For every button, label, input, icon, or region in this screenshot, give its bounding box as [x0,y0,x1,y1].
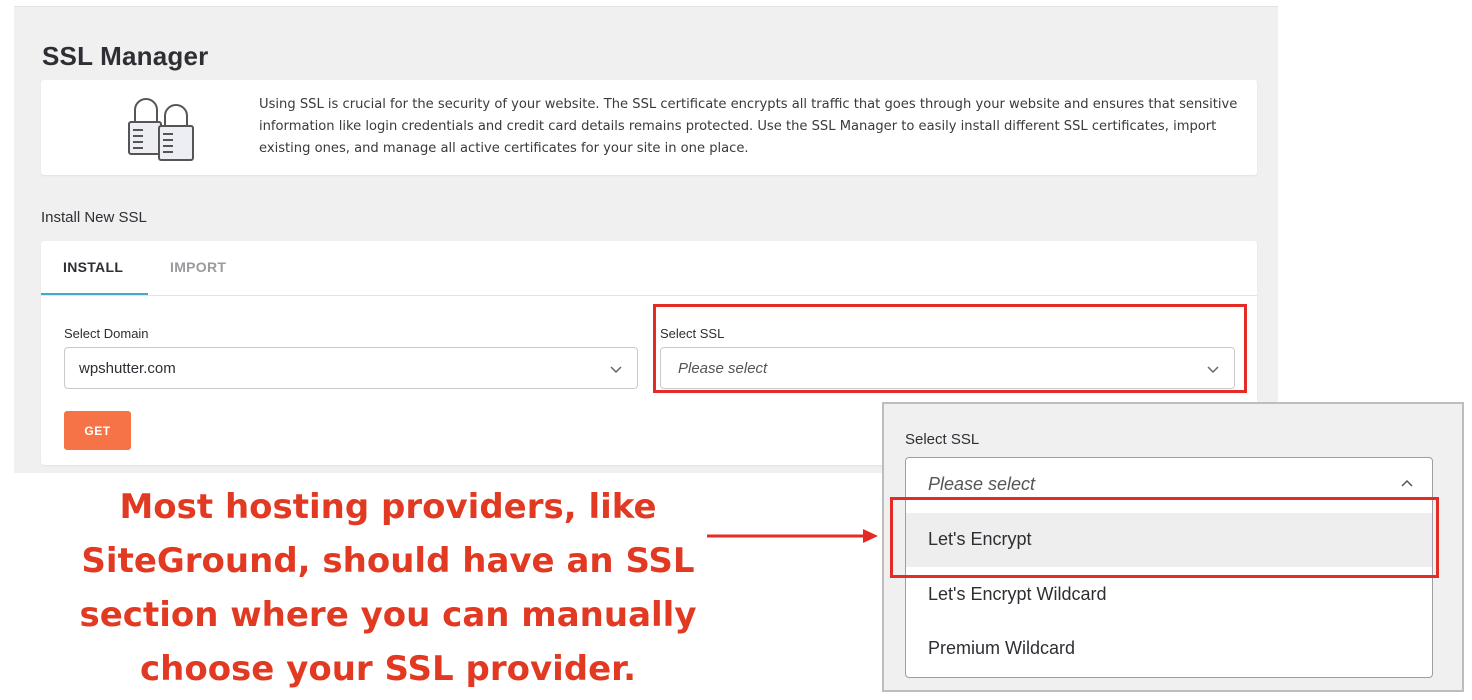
option-label: Let's Encrypt Wildcard [928,584,1107,604]
caption-line: Most hosting providers, like [119,487,657,527]
padlocks-icon [128,98,194,161]
ssl-option-lets-encrypt-wildcard[interactable]: Let's Encrypt Wildcard [906,568,1432,622]
select-domain-label: Select Domain [64,326,149,341]
select-domain-dropdown[interactable]: wpshutter.com [64,347,638,389]
option-label: Let's Encrypt [928,529,1032,549]
option-label: Premium Wildcard [928,638,1076,658]
ssl-info-card: Using SSL is crucial for the security of… [41,80,1257,175]
caption-line: SiteGround, should have an SSL [81,541,695,581]
ssl-info-text: Using SSL is crucial for the security of… [259,97,1238,156]
tab-install[interactable]: INSTALL [63,259,123,275]
tab-import[interactable]: IMPORT [170,259,226,275]
selected-domain: wpshutter.com [79,360,176,377]
ssl-dropdown-zoom: Select SSL Please select Let's Encrypt L… [882,402,1464,692]
page-title: SSL Manager [42,41,209,71]
chevron-down-icon [610,366,622,374]
dropdown-zoom-label: Select SSL [905,431,980,448]
select-ssl-dropdown[interactable]: Please select [660,347,1235,389]
install-section-title: Install New SSL [41,209,147,226]
ssl-options-list[interactable]: Please select Let's Encrypt Let's Encryp… [905,457,1433,678]
annotation-caption: Most hosting providers, like SiteGround,… [48,480,728,696]
chevron-down-icon [1207,366,1219,374]
select-ssl-placeholder: Please select [678,360,768,377]
install-tabs: INSTALL IMPORT [41,241,1257,296]
active-tab-indicator [41,293,148,295]
get-button[interactable]: GET [64,411,131,450]
caption-line: section where you can manually [79,595,697,635]
arrow-right-icon [707,529,878,543]
dropdown-placeholder: Please select [928,474,1036,494]
caption-line: choose your SSL provider. [139,649,636,689]
select-ssl-label: Select SSL [660,326,725,341]
ssl-option-premium-wildcard[interactable]: Premium Wildcard [906,622,1432,676]
chevron-up-icon [1401,479,1413,487]
ssl-option-lets-encrypt[interactable]: Let's Encrypt [906,513,1432,567]
